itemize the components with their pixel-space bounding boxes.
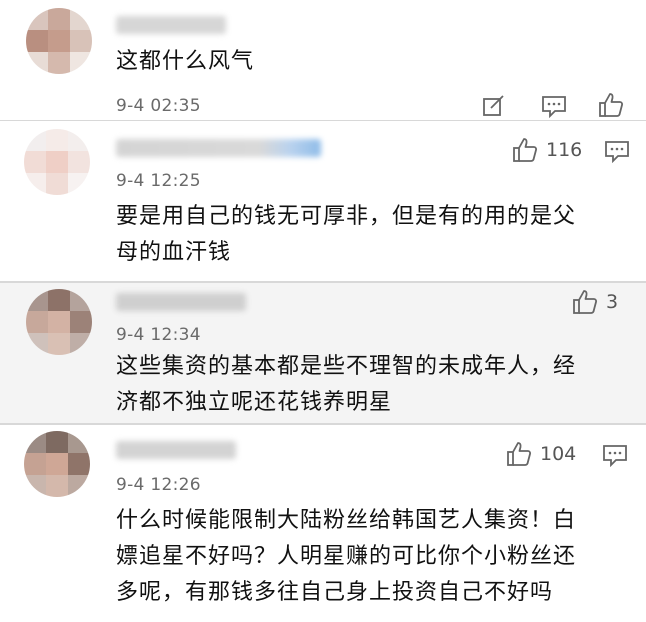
blurred-username[interactable]: [116, 293, 246, 311]
comment-item: 116 9-4 12:25 要是用自己的钱无可厚非，但是有的用的是父 母的血汗钱: [0, 121, 646, 283]
comment-timestamp: 9-4 12:25: [116, 171, 201, 191]
blurred-username[interactable]: [116, 16, 226, 34]
thumbs-up-icon[interactable]: [572, 289, 598, 315]
comment-text-line: 这都什么风气: [116, 49, 255, 74]
avatar[interactable]: [24, 431, 90, 497]
blurred-username[interactable]: [116, 139, 321, 157]
comment-item: 这都什么风气 9-4 02:35: [0, 0, 646, 121]
comment-text: 这些集资的基本都是些不理智的未成年人，经 济都不独立呢还花钱养明星: [116, 349, 576, 421]
comment-text-line: 济都不独立呢还花钱养明星: [116, 390, 393, 415]
thumbs-up-icon[interactable]: [512, 137, 538, 163]
thumbs-up-icon[interactable]: [598, 92, 624, 118]
avatar[interactable]: [24, 129, 90, 195]
comment-text-line: 嫖追星不好吗？人明星赚的可比你个小粉丝还: [116, 544, 577, 569]
comment-timestamp: 9-4 12:26: [116, 475, 201, 495]
comment-item: 104 9-4 12:26 什么时候能限制大陆粉丝给韩国艺人集资！白 嫖追星不好…: [0, 425, 646, 622]
comment-icon[interactable]: [541, 94, 567, 118]
avatar[interactable]: [26, 289, 92, 355]
comment-timestamp: 9-4 12:34: [116, 325, 201, 345]
comment-icon[interactable]: [602, 443, 628, 467]
comment-text-line: 母的血汗钱: [116, 240, 232, 265]
comment-text-line: 要是用自己的钱无可厚非，但是有的用的是父: [116, 204, 577, 229]
like-count: 116: [546, 139, 583, 161]
blurred-username[interactable]: [116, 441, 236, 459]
comment-icon[interactable]: [604, 139, 630, 163]
comment-text: 要是用自己的钱无可厚非，但是有的用的是父 母的血汗钱: [116, 199, 576, 271]
thumbs-up-icon[interactable]: [506, 441, 532, 467]
comment-text-line: 这些集资的基本都是些不理智的未成年人，经: [116, 354, 577, 379]
comment-item: 3 9-4 12:34 这些集资的基本都是些不理智的未成年人，经 济都不独立呢还…: [0, 283, 646, 425]
like-count: 3: [606, 291, 619, 313]
avatar[interactable]: [26, 8, 92, 74]
comment-timestamp: 9-4 02:35: [116, 96, 201, 116]
comment-text-line: 多呢，有那钱多往自己身上投资自己不好吗: [116, 580, 554, 605]
like-count: 104: [540, 443, 577, 465]
edit-icon[interactable]: [482, 94, 506, 118]
comment-text: 这都什么风气: [116, 44, 254, 80]
comment-text-line: 什么时候能限制大陆粉丝给韩国艺人集资！白: [116, 508, 577, 533]
comment-text: 什么时候能限制大陆粉丝给韩国艺人集资！白 嫖追星不好吗？人明星赚的可比你个小粉丝…: [116, 503, 576, 611]
